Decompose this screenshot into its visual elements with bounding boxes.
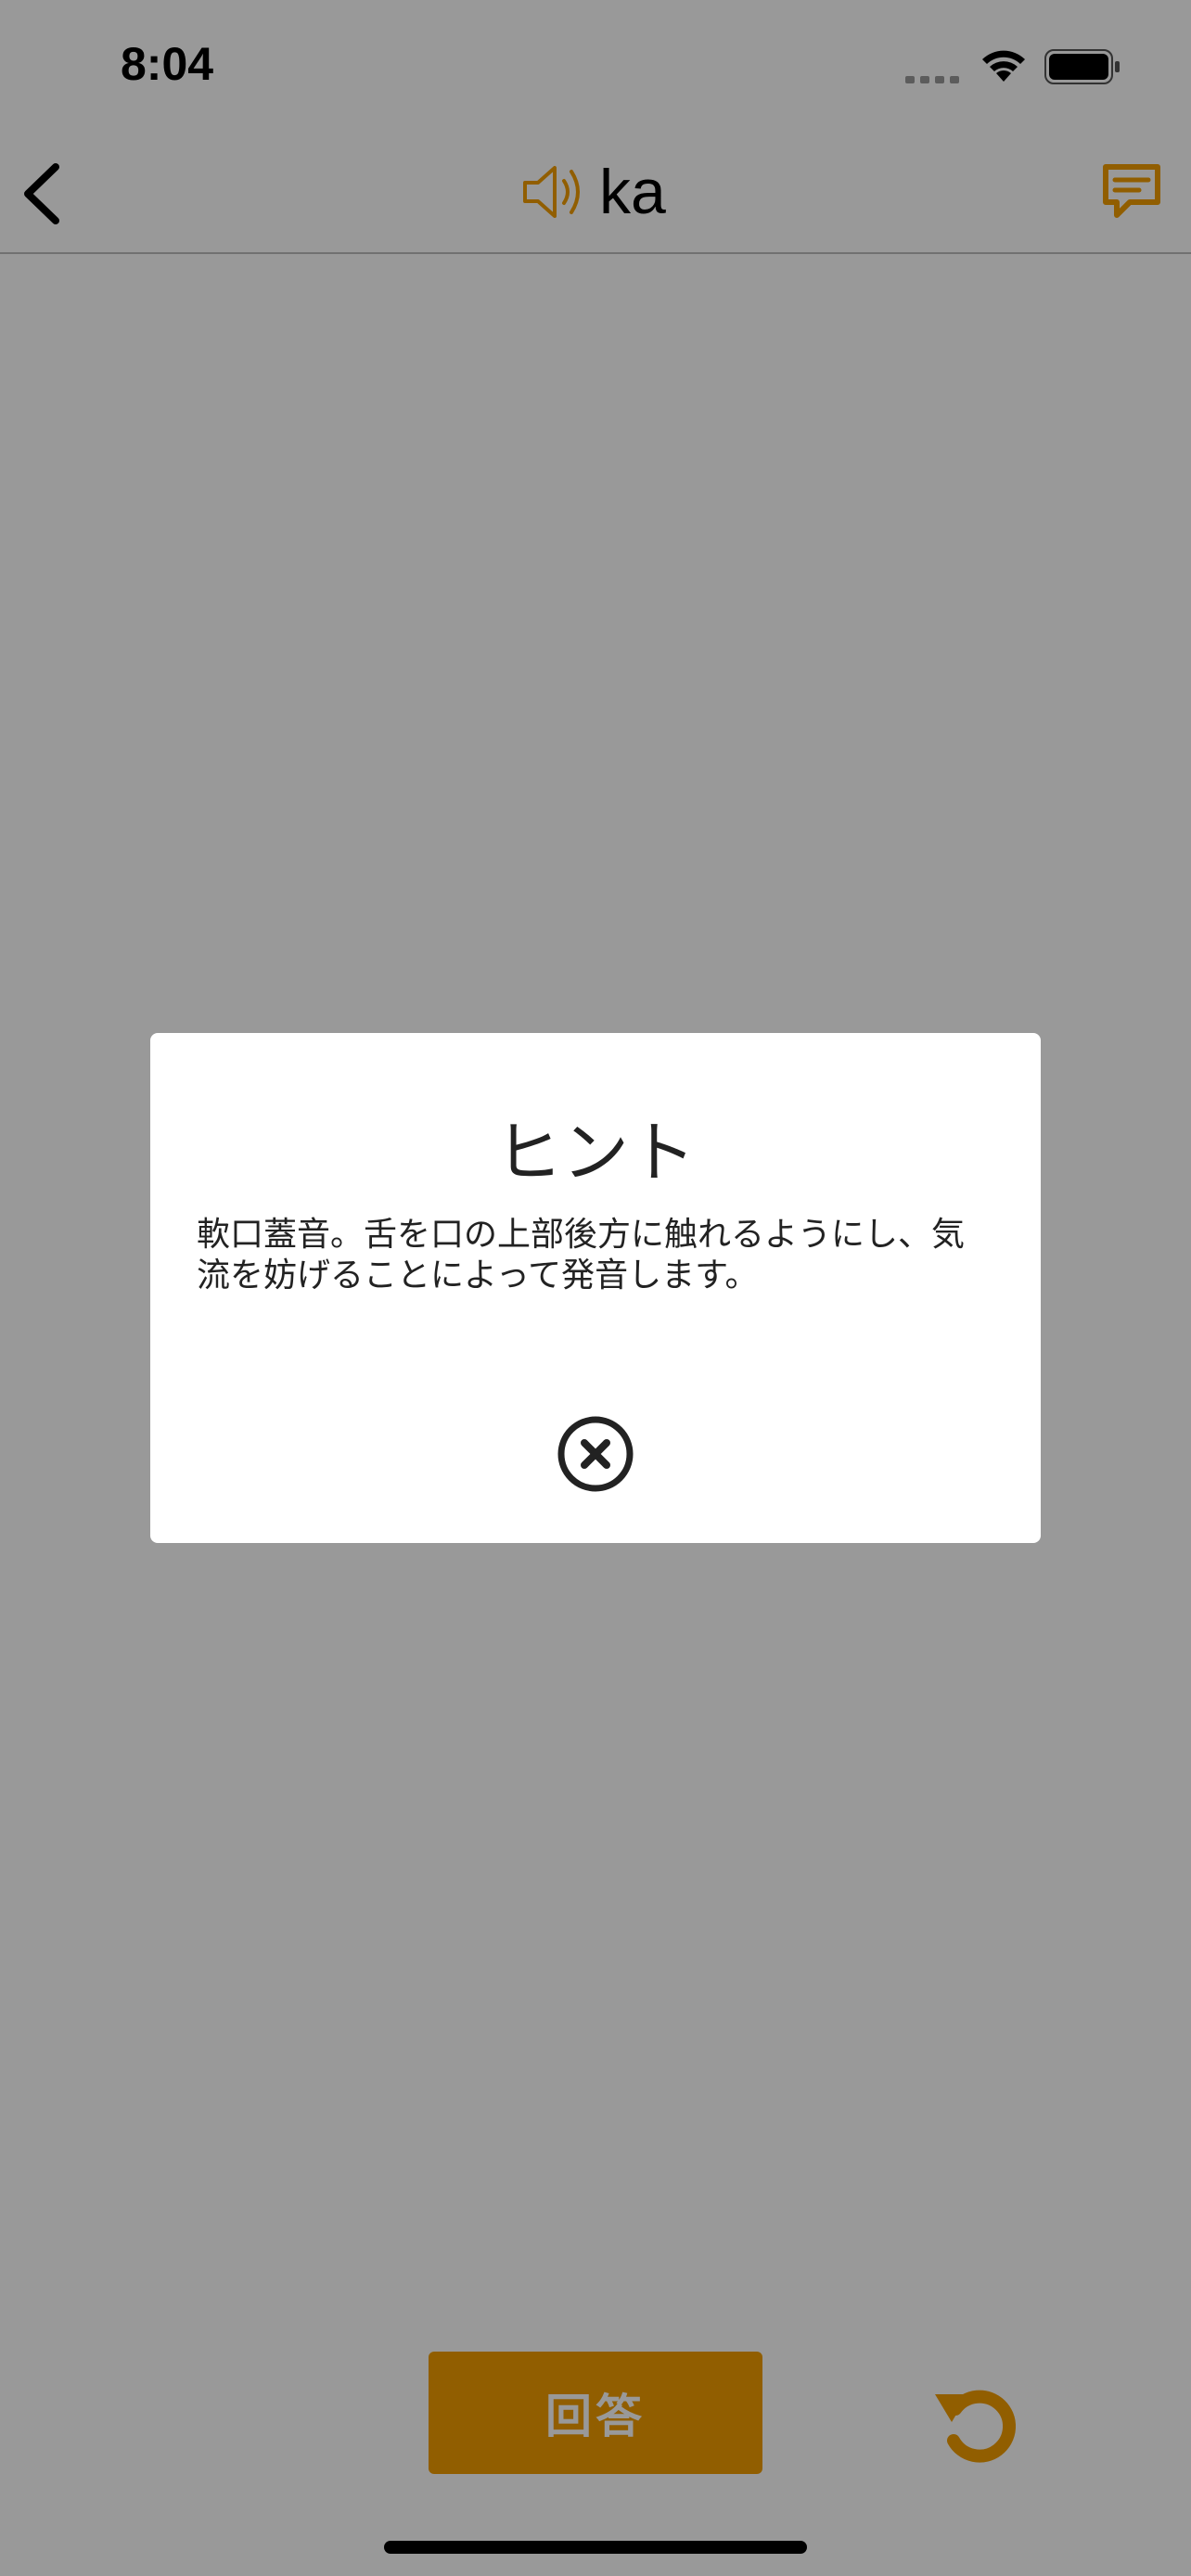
app-screen: 8:04 ka 回答 ヒント 軟口蓋音。舌を口の上部後方に触れるようにし、気流を… <box>0 0 1191 2576</box>
hint-dialog: ヒント 軟口蓋音。舌を口の上部後方に触れるようにし、気流を妨げることによって発音… <box>150 1033 1041 1543</box>
hint-text: 軟口蓋音。舌を口の上部後方に触れるようにし、気流を妨げることによって発音します。 <box>197 1216 966 1294</box>
close-circle-icon <box>557 1416 634 1492</box>
close-button[interactable] <box>555 1413 636 1495</box>
hint-title: ヒント <box>494 1114 696 1192</box>
